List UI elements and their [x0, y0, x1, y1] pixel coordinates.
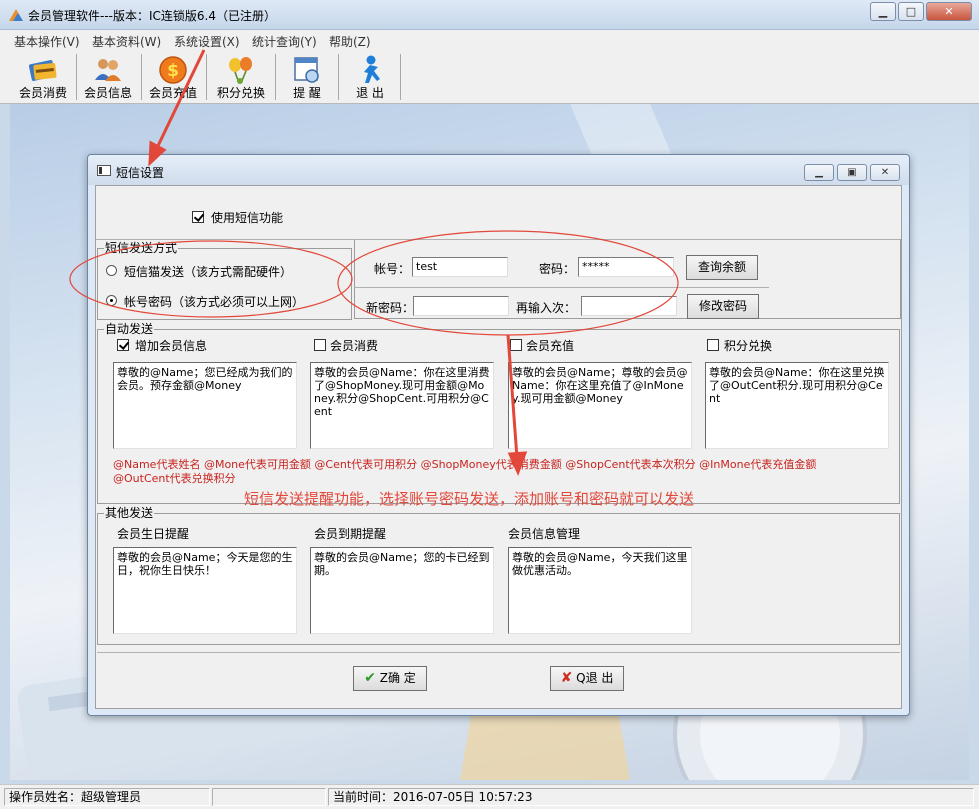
expiry-reminder-label: 会员到期提醒 [314, 527, 387, 541]
account-password-radio[interactable] [106, 295, 117, 306]
toolbar-separator [400, 54, 401, 100]
password-input[interactable]: ***** [578, 257, 674, 277]
toolbar-member-info[interactable]: 会员信息 [77, 52, 139, 102]
new-password-label: 新密码： [366, 301, 415, 315]
dialog-title: 短信设置 [116, 166, 165, 180]
enable-sms-label: 使用短信功能 [211, 211, 284, 225]
users-icon [95, 59, 121, 81]
reminder-window-icon [294, 57, 319, 83]
coin-icon: $ [159, 56, 187, 84]
dialog-maximize-button[interactable]: ▣ [837, 164, 867, 181]
toolbar-label: 会员充值 [148, 86, 197, 100]
recharge-template[interactable]: 尊敬的会员@Name；尊敬的会员@Name：你在这里充值了@InMoney.现可… [508, 362, 692, 449]
auto-add-member-label: 增加会员信息 [135, 339, 208, 353]
running-person-icon [364, 55, 380, 83]
maximize-button[interactable]: □ [898, 2, 924, 21]
birthday-template[interactable]: 尊敬的会员@Name；今天是您的生日，祝你生日快乐！ [113, 547, 297, 634]
password-label: 密码： [539, 262, 576, 276]
cancel-button-label: Q退 出 [576, 671, 614, 685]
auto-consume-label: 会员消费 [330, 339, 379, 353]
repeat-password-label: 再输入次： [516, 301, 577, 315]
exchange-template[interactable]: 尊敬的会员@Name：你在这里兑换了@OutCent积分.现可用积分@Cent [705, 362, 889, 449]
menu-basic-ops[interactable]: 基本操作(V) [14, 33, 80, 50]
sms-modem-radio[interactable] [106, 265, 117, 276]
balloons-icon [229, 57, 252, 84]
svg-text:$: $ [167, 61, 179, 81]
divider [97, 652, 900, 653]
dialog-close-button[interactable]: ✕ [870, 164, 900, 181]
auto-send-caption: 自动发送 [104, 322, 155, 336]
status-bar: 操作员姓名：超级管理员 当前时间：2016-07-05日 10:57:23 [0, 784, 979, 809]
member-info-manage-label: 会员信息管理 [508, 527, 581, 541]
enable-sms-checkbox[interactable] [192, 211, 204, 223]
auto-add-member-checkbox[interactable] [117, 339, 129, 351]
annotation-note: 短信发送提醒功能，选择账号密码发送，添加账号和密码就可以发送 [244, 490, 695, 508]
expiry-template[interactable]: 尊敬的会员@Name；您的卡已经到期。 [310, 547, 494, 634]
check-icon: ✔ [364, 670, 376, 686]
main-titlebar: 会员管理软件---版本：IC连锁版6.4（已注册） ▁ □ ✕ [0, 0, 979, 30]
auto-recharge-label: 会员充值 [526, 339, 575, 353]
birthday-reminder-label: 会员生日提醒 [117, 527, 190, 541]
send-mode-group: 短信发送方式 短信猫发送（该方式需配硬件） 帐号密码（该方式必须可以上网） [97, 241, 352, 320]
x-icon: ✘ [560, 670, 573, 686]
ok-button[interactable]: ✔ Z确 定 [353, 666, 427, 691]
auto-consume-checkbox[interactable] [314, 339, 326, 351]
toolbar-separator [206, 54, 207, 100]
minimize-button[interactable]: ▁ [870, 2, 896, 21]
window-title: 会员管理软件---版本：IC连锁版6.4（已注册） [28, 9, 276, 23]
dialog-titlebar: 短信设置 ▁ ▣ ✕ [88, 155, 909, 185]
member-info-template[interactable]: 尊敬的会员@Name，今天我们这里做优惠活动。 [508, 547, 692, 634]
operator-name: 操作员姓名：超级管理员 [4, 788, 210, 806]
sms-settings-dialog: 短信设置 ▁ ▣ ✕ 使用短信功能 短信发送方式 短信猫发送（该方式需配硬件） … [87, 154, 910, 716]
cancel-button[interactable]: ✘ Q退 出 [550, 666, 624, 691]
menu-basic-data[interactable]: 基本资料(W) [92, 33, 161, 50]
other-send-caption: 其他发送 [104, 506, 155, 520]
dialog-body: 使用短信功能 短信发送方式 短信猫发送（该方式需配硬件） 帐号密码（该方式必须可… [95, 185, 902, 709]
change-password-button[interactable]: 修改密码 [687, 294, 759, 319]
menu-help[interactable]: 帮助(Z) [329, 33, 371, 50]
toolbar-exit[interactable]: 退 出 [339, 52, 401, 102]
toolbar-label: 会员信息 [83, 86, 132, 100]
account-password-label: 帐号密码（该方式必须可以上网） [124, 295, 305, 309]
toolbar-member-recharge[interactable]: $ 会员充值 [142, 52, 204, 102]
send-mode-caption: 短信发送方式 [104, 241, 179, 255]
divider [354, 287, 769, 288]
dialog-minimize-button[interactable]: ▁ [804, 164, 834, 181]
new-password-input[interactable] [413, 296, 509, 316]
toolbar-reminder[interactable]: 提 醒 [276, 52, 338, 102]
consume-template[interactable]: 尊敬的会员@Name：你在这里消费了@ShopMoney.现可用金额@Money… [310, 362, 494, 449]
toolbar-member-consume[interactable]: 会员消费 [12, 52, 74, 102]
menu-statistics[interactable]: 统计查询(Y) [252, 33, 317, 50]
toolbar-points-exchange[interactable]: 积分兑换 [208, 52, 274, 102]
dialog-window-icon [97, 165, 111, 176]
toolbar: 会员消费 会员信息 $ 会员充值 积分兑换 提 醒 退 出 [0, 50, 979, 104]
auto-recharge-checkbox[interactable] [510, 339, 522, 351]
toolbar-label: 会员消费 [18, 86, 67, 100]
repeat-password-input[interactable] [581, 296, 677, 316]
current-time: 当前时间：2016-07-05日 10:57:23 [328, 788, 974, 806]
close-button[interactable]: ✕ [926, 2, 972, 21]
account-label: 帐号： [374, 262, 411, 276]
account-input[interactable]: test [412, 257, 508, 277]
variable-hint-line1: @Name代表姓名 @Mone代表可用金额 @Cent代表可用积分 @ShopM… [113, 458, 817, 471]
query-balance-button[interactable]: 查询余额 [686, 255, 758, 280]
card-icon [28, 60, 57, 81]
menu-system-settings[interactable]: 系统设置(X) [174, 33, 240, 50]
auto-exchange-checkbox[interactable] [707, 339, 719, 351]
app-logo-icon [9, 9, 23, 21]
menu-bar: 基本操作(V) 基本资料(W) 系统设置(X) 统计查询(Y) 帮助(Z) [0, 30, 979, 50]
add-member-template[interactable]: 尊敬的@Name；您已经成为我们的会员。预存金额@Money [113, 362, 297, 449]
variable-hint-line2: @OutCent代表兑换积分 [113, 472, 236, 485]
ok-button-label: Z确 定 [379, 671, 416, 685]
status-spacer [212, 788, 326, 806]
sms-modem-label: 短信猫发送（该方式需配硬件） [124, 265, 293, 279]
toolbar-label: 积分兑换 [216, 86, 265, 100]
toolbar-label: 退 出 [356, 86, 384, 100]
toolbar-label: 提 醒 [293, 86, 321, 100]
auto-exchange-label: 积分兑换 [724, 339, 773, 353]
